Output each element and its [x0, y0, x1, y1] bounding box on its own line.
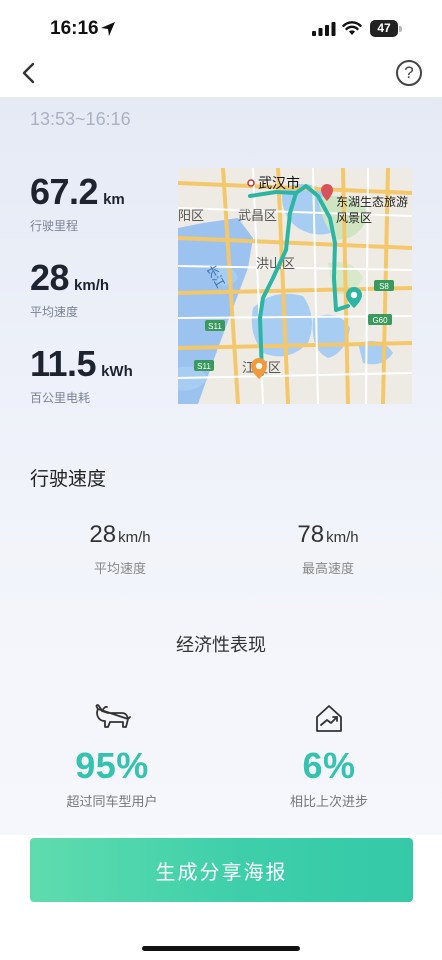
map-label-wuchang: 武昌区 — [238, 208, 277, 223]
road-shield-s11-a-text: S11 — [208, 322, 222, 331]
economy-section-title: 经济性表现 — [176, 635, 266, 655]
stat-energy-value: 11.5 — [30, 343, 97, 384]
map-label-donghu-1: 东湖生态旅游 — [336, 194, 408, 209]
wifi-icon — [342, 21, 362, 35]
stat-energy: 11.5 kWh 百公里电耗 — [30, 343, 133, 406]
trip-summary-panel: 13:53~16:16 67.2 km 行驶里程 28 km/h 平均速度 11.5… — [0, 97, 442, 835]
stat-avg-speed-label: 平均速度 — [30, 305, 79, 319]
speed-avg-unit: km/h — [118, 529, 151, 546]
economy-rank: 95% 超过同车型用户 — [12, 703, 212, 810]
speed-max-unit: km/h — [326, 529, 359, 546]
city-marker — [247, 179, 255, 187]
bull-icon — [95, 704, 131, 728]
economy-progress-label: 相比上次进步 — [289, 794, 368, 809]
battery-icon: 47 — [370, 20, 402, 37]
speed-avg-value: 28 — [89, 521, 117, 548]
trip-time-range: 13:53~16:16 — [30, 109, 131, 129]
speed-avg: 28 km/h 平均速度 — [40, 521, 200, 577]
speed-max-value: 78 — [297, 521, 325, 548]
nav-bar: ? — [0, 56, 442, 96]
stat-avg-speed-unit: km/h — [74, 277, 110, 294]
economy-rank-value: 95% — [75, 745, 149, 786]
map-label-hanyang: 阳区 — [178, 208, 204, 223]
cellular-signal-icon — [312, 22, 336, 36]
speed-max: 78 km/h 最高速度 — [248, 521, 408, 577]
road-shield-s11-b-text: S11 — [197, 362, 211, 371]
economy-progress: 6% 相比上次进步 — [229, 703, 429, 810]
stat-distance-unit: km — [103, 191, 125, 208]
trend-up-home-icon — [316, 705, 342, 732]
route-map[interactable]: S8 G60 S11 S11 武汉市 武昌区 洪山区 阳区 江夏区 长江 东湖生… — [178, 168, 412, 404]
stat-energy-unit: kWh — [101, 363, 133, 380]
economy-progress-value: 6% — [302, 745, 356, 786]
back-chevron-icon[interactable] — [20, 62, 38, 84]
battery-level: 47 — [370, 20, 398, 37]
speed-max-label: 最高速度 — [301, 561, 354, 576]
speed-avg-label: 平均速度 — [93, 561, 146, 576]
stat-energy-label: 百公里电耗 — [30, 391, 91, 405]
stat-distance-label: 行驶里程 — [30, 219, 79, 233]
route-map-canvas: S8 G60 S11 S11 武汉市 武昌区 洪山区 阳区 江夏区 长江 东湖生… — [178, 168, 412, 404]
stat-avg-speed: 28 km/h 平均速度 — [30, 257, 109, 320]
status-bar: 16:16 47 — [0, 0, 442, 56]
location-arrow-icon — [101, 22, 115, 36]
road-shield-g60-text: G60 — [372, 316, 388, 325]
stat-distance-value: 67.2 — [30, 171, 99, 212]
economy-rank-label: 超过同车型用户 — [66, 794, 158, 809]
home-indicator[interactable] — [142, 946, 300, 951]
speed-section-title: 行驶速度 — [30, 469, 107, 490]
help-icon[interactable]: ? — [396, 60, 422, 86]
map-label-city: 武汉市 — [258, 175, 300, 191]
map-label-donghu-2: 风景区 — [336, 211, 372, 225]
stat-avg-speed-value: 28 — [30, 257, 70, 298]
generate-poster-button[interactable]: 生成分享海报 — [30, 838, 413, 902]
status-time: 16:16 — [50, 18, 99, 39]
road-shield-s8-text: S8 — [379, 282, 389, 291]
stat-distance: 67.2 km 行驶里程 — [30, 171, 125, 234]
